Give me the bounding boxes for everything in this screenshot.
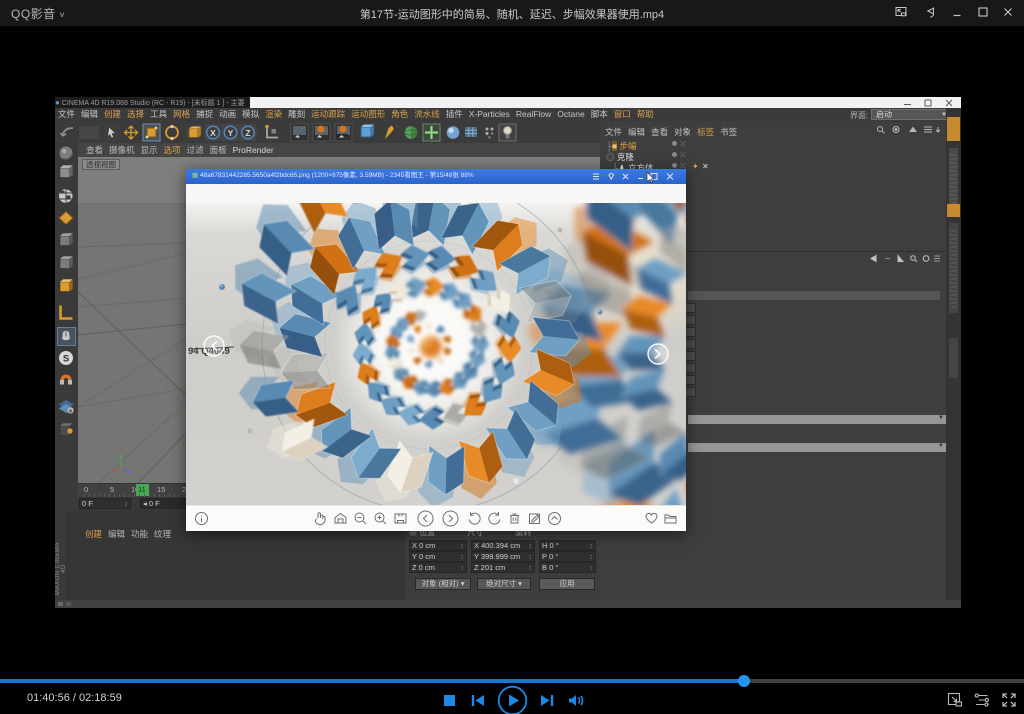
svg-text:0: 0 [84, 485, 88, 494]
svg-text:Z: Z [245, 128, 250, 138]
svg-text:Y: Y [228, 128, 234, 138]
svg-text:5: 5 [110, 485, 114, 494]
svg-text:X: X [210, 128, 216, 138]
svg-text:11: 11 [138, 485, 146, 494]
svg-text:S: S [63, 354, 69, 365]
svg-text:15: 15 [157, 485, 165, 494]
